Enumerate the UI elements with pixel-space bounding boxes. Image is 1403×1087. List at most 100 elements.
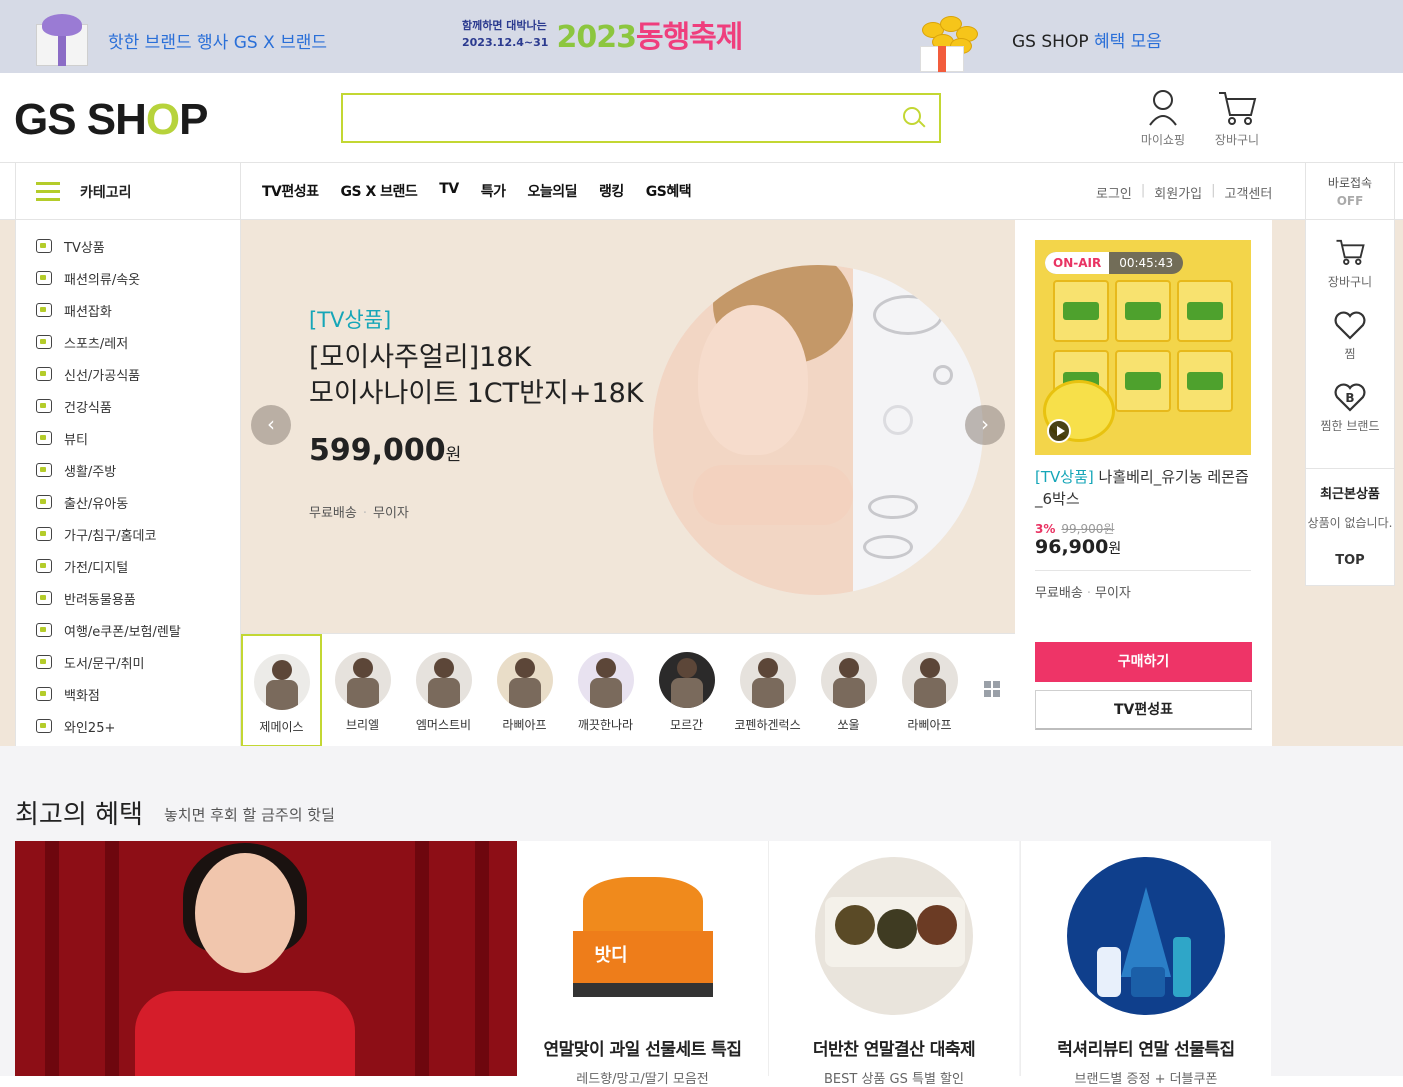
cart-button[interactable]: 장바구니 [1205,89,1269,148]
login-link[interactable]: 로그인 [1096,183,1132,202]
sidebar-item-label: 도서/문구/취미 [64,656,145,672]
benefit-card-fruit[interactable]: 밧디 연말맞이 과일 선물세트 특집 레드향/망고/딸기 모음전 [517,841,768,1087]
search-icon[interactable] [903,107,926,129]
sidebar-item-digital[interactable]: 가전/디지털 [16,550,240,582]
quick-wish[interactable]: 찜 [1306,310,1394,362]
best-benefits-section: 최고의 혜택 놓치면 후회 할 금주의 핫딜 밧디 연말맞이 과일 선물세트 특… [0,746,1403,1087]
sidebar-item-label: 건강식품 [64,400,112,416]
signup-link[interactable]: 회원가입 [1154,183,1202,202]
hero-price: 599,000원 [309,433,461,468]
kitchen-icon [36,463,52,477]
nav-today-deal[interactable]: 오늘의딜 [527,181,577,201]
travel-icon [36,623,52,637]
sidebar-item-label: 신선/가공식품 [64,368,141,384]
hero-product-image[interactable] [653,265,983,595]
hero-banner[interactable]: [TV상품] [모이사주얼리]18K 모이사나이트 1CT반지+18K 599,… [241,220,1015,633]
sidebar-item-travel[interactable]: 여행/e쿠폰/보험/렌탈 [16,614,240,646]
customer-center-link[interactable]: 고객센터 [1225,183,1273,202]
on-air-price-value: 96,900 [1035,536,1109,558]
sidebar-item-label: 반려동물용품 [64,592,136,608]
promo-benefits[interactable]: GS SHOP 혜택 모음 [900,8,1162,72]
thumb-item[interactable]: 라삐아프 [484,634,565,747]
thumb-item[interactable]: 깨끗한나라 [565,634,646,747]
sidebar-item-health[interactable]: 건강식품 [16,390,240,422]
nav-special-price[interactable]: 특가 [481,181,506,201]
category-label: 카테고리 [80,184,132,201]
quick-cart[interactable]: 장바구니 [1306,236,1394,290]
sidebar-item-accessories[interactable]: 패션잡화 [16,294,240,326]
hamburger-icon [36,181,60,202]
sidebar-item-tv[interactable]: TV상품 [16,230,240,262]
direct-access-toggle[interactable]: 바로접속 OFF [1305,163,1395,220]
gnb-menu: TV편성표 GS X 브랜드 TV 특가 오늘의딜 랭킹 GS혜택 [262,181,713,201]
sidebar-item-books[interactable]: 도서/문구/취미 [16,646,240,678]
benefit-card-beauty[interactable]: 럭셔리뷰티 연말 선물특집 브랜드별 증정 + 더블쿠폰 [1020,841,1271,1087]
sidebar-item-baby[interactable]: 출산/유아동 [16,486,240,518]
play-icon[interactable] [1047,419,1071,443]
my-shopping-button[interactable]: 마이쇼핑 [1131,89,1195,148]
thumb-item[interactable]: 모르간 [646,634,727,747]
thumb-item[interactable]: 쏘울 [808,634,889,747]
buy-now-button[interactable]: 구매하기 [1035,642,1252,682]
hero-next-arrow[interactable]: › [965,405,1005,445]
quick-wish-brand[interactable]: B 찜한 브랜드 [1306,382,1394,434]
main-nav: 카테고리 TV편성표 GS X 브랜드 TV 특가 오늘의딜 랭킹 GS혜택 로… [0,163,1403,220]
user-icon [1131,89,1195,127]
hero-title-line2: 모이사나이트 1CT반지+18K [309,378,644,409]
thumb-label: 제메이스 [259,720,304,734]
sidebar-item-living[interactable]: 생활/주방 [16,454,240,486]
search-input[interactable] [343,95,883,141]
benefit-main-banner[interactable] [15,841,517,1076]
thumb-image [658,652,715,708]
sidebar-item-label: 가전/디지털 [64,560,129,576]
discount-rate: 3% [1035,522,1056,536]
side-dish-image [815,857,973,1015]
thumb-item[interactable]: 엠머스트비 [403,634,484,747]
scroll-top-button[interactable]: TOP [1306,553,1394,568]
on-air-title[interactable]: [TV상품] 나홀베리_유기농 레몬즙_6박스 [1035,466,1251,510]
sidebar-item-food[interactable]: 신선/가공식품 [16,358,240,390]
promo-right-text: GS SHOP 혜택 모음 [1012,27,1162,52]
util-divider: | [1140,183,1146,198]
festival-title: 2023동행축제 [556,12,743,56]
promo-gs-x-brand[interactable]: 핫한 브랜드 행사 GS X 브랜드 [30,10,327,70]
on-air-free-shipping: 무료배송 [1035,586,1083,601]
nav-tv[interactable]: TV [439,181,459,201]
promo-festival[interactable]: 함께하면 대박나는 2023.12.4~31 2023동행축제 [462,12,743,56]
sidebar-item-sports[interactable]: 스포츠/레저 [16,326,240,358]
benefit-card-sidedish[interactable]: 더반찬 연말결산 대축제 BEST 상품 GS 특별 할인 [768,841,1019,1087]
category-toggle[interactable]: 카테고리 [15,163,241,220]
hero-prev-arrow[interactable]: ‹ [251,405,291,445]
sidebar-item-pet[interactable]: 반려동물용품 [16,582,240,614]
thumb-label: 엠머스트비 [415,718,472,732]
nav-ranking[interactable]: 랭킹 [599,181,624,201]
thumb-image [496,652,553,708]
nav-gs-benefits[interactable]: GS혜택 [646,181,692,201]
promo-left-text: 핫한 브랜드 행사 GS X 브랜드 [108,28,327,53]
sidebar-item-beauty[interactable]: 뷰티 [16,422,240,454]
hero-category: [TV상품] [309,308,392,332]
brand-badge-letter: B [1345,391,1354,405]
thumb-item[interactable]: 브리엘 [322,634,403,747]
grid-view-icon[interactable] [984,681,1000,697]
util-divider: | [1211,183,1216,198]
food-icon [36,367,52,381]
sidebar-item-furniture[interactable]: 가구/침구/홈데코 [16,518,240,550]
gs-shop-logo[interactable]: GS SHOP [14,95,209,145]
my-shopping-label: 마이쇼핑 [1140,133,1186,147]
thumb-item[interactable]: 라삐아프 [889,634,970,747]
gift-box-icon [30,10,94,70]
sidebar-item-fashion[interactable]: 패션의류/속옷 [16,262,240,294]
top-promo-banner[interactable]: 핫한 브랜드 행사 GS X 브랜드 함께하면 대박나는 2023.12.4~3… [0,0,1403,73]
nav-tv-schedule[interactable]: TV편성표 [262,181,319,201]
hero-interest-free: 무이자 [372,506,409,521]
sidebar-item-department[interactable]: 백화점 [16,678,240,710]
tv-schedule-button[interactable]: TV편성표 [1035,690,1252,730]
thumb-item[interactable]: 코펜하겐럭스 [727,634,808,747]
recent-products: 최근본상품 상품이 없습니다. TOP [1306,468,1394,568]
nav-gs-x-brand[interactable]: GS X 브랜드 [341,181,418,201]
sidebar-item-wine[interactable]: 와인25+ [16,710,240,742]
thumb-item[interactable]: 제메이스 [241,634,322,747]
festival-word: 동행축제 [635,20,743,55]
sofa-icon [36,527,52,541]
